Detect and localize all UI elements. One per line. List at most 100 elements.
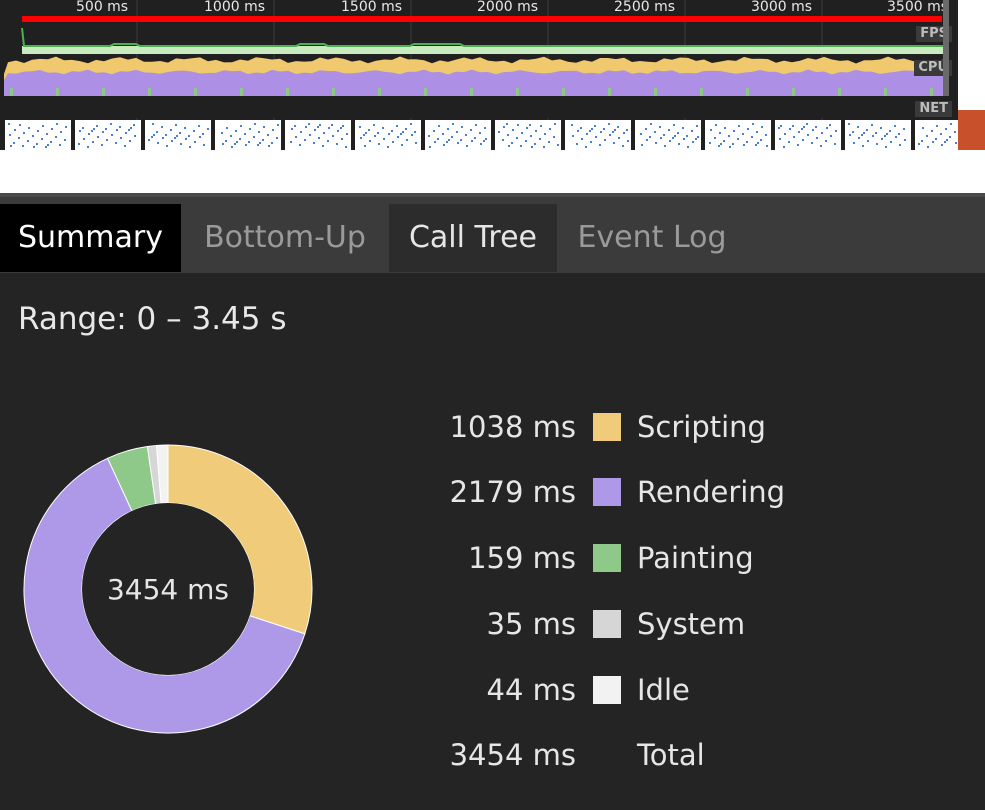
filmstrip-dot (442, 133, 444, 135)
filmstrip-dot (576, 143, 578, 145)
filmstrip-dot (378, 143, 380, 145)
filmstrip-dot (79, 130, 81, 132)
filmstrip-dot (640, 133, 642, 135)
filmstrip-dot (125, 132, 127, 134)
filmstrip-dot (202, 133, 204, 135)
ruler-label: 2000 ms (477, 0, 539, 15)
filmstrip-dot (733, 130, 735, 132)
cpu-painting-spike (746, 88, 749, 96)
selection-handle-right[interactable] (943, 0, 949, 96)
filmstrip-dot (346, 133, 348, 135)
filmstrip-dot (456, 131, 458, 133)
filmstrip-dot (581, 138, 583, 140)
filmstrip-dot (9, 134, 11, 136)
filmstrip-dot (608, 123, 610, 125)
filmstrip-dot (792, 125, 794, 127)
filmstrip-dot (783, 146, 785, 148)
filmstrip-dot (336, 143, 338, 145)
filmstrip-dot (503, 126, 505, 128)
ruler-label: 1500 ms (341, 0, 403, 15)
filmstrip-dot (304, 139, 306, 141)
filmstrip-dot (613, 142, 615, 144)
filmstrip-dot (402, 131, 404, 133)
filmstrip-dot (13, 142, 15, 144)
filmstrip-dot (193, 130, 195, 132)
filmstrip-dot (305, 126, 307, 128)
filmstrip-dot (340, 127, 342, 129)
filmstrip-dot (577, 130, 579, 132)
filmstrip-dot (904, 139, 906, 141)
filmstrip-dot (50, 141, 52, 143)
filmstrip-dot (645, 128, 647, 130)
filmstrip-dot (881, 138, 883, 140)
filmstrip-dot (51, 128, 53, 130)
overview-graph (0, 0, 958, 150)
filmstrip-dot (862, 145, 864, 147)
filmstrip-dot (236, 141, 238, 143)
filmstrip-dot (359, 126, 361, 128)
tab-event-log[interactable]: Event Log (557, 204, 747, 272)
filmstrip-dot (156, 131, 158, 133)
filmstrip-dot (272, 129, 274, 131)
filmstrip-dot (365, 132, 367, 134)
filmstrip-dot (807, 134, 809, 136)
filmstrip-dot (244, 133, 246, 135)
cpu-painting-spike (654, 88, 657, 96)
donut-total: 3454 ms (106, 573, 230, 606)
filmstrip-dot (921, 140, 923, 142)
filmstrip-dot (434, 141, 436, 143)
tab-summary[interactable]: Summary (0, 204, 181, 272)
legend-swatch (593, 544, 621, 572)
filmstrip-dot (884, 135, 886, 137)
filmstrip-dot (383, 138, 385, 140)
filmstrip-dot (128, 129, 130, 131)
filmstrip-dot (557, 144, 559, 146)
filmstrip-dot (437, 138, 439, 140)
filmstrip-dot (130, 127, 132, 129)
filmstrip-dot (876, 143, 878, 145)
filmstrip-dot (511, 142, 513, 144)
filmstrip-dot (517, 124, 519, 126)
filmstrip-dot (553, 136, 555, 138)
filmstrip-dot (784, 133, 786, 135)
filmstrip-dot (157, 142, 159, 144)
filmstrip-dot (129, 140, 131, 142)
filmstrip-dot (59, 144, 61, 146)
filmstrip-dot (479, 132, 481, 134)
legend-row-rendering: 2179 ms Rendering (400, 472, 900, 512)
filmstrip-dot (41, 138, 43, 140)
filmstrip-dot (364, 145, 366, 147)
filmstrip-dot (521, 132, 523, 134)
cpu-painting-spike (148, 88, 151, 96)
details-panel: Summary Bottom-Up Call Tree Event Log Ra… (0, 193, 985, 810)
filmstrip-dot (401, 144, 403, 146)
cpu-painting-spike (10, 88, 13, 96)
filmstrip-dot (954, 131, 956, 133)
filmstrip-dot (826, 127, 828, 129)
filmstrip-dot (591, 128, 593, 130)
cpu-painting-spike (516, 88, 519, 96)
filmstrip-frame (285, 120, 351, 150)
filmstrip-dot (93, 128, 95, 130)
filmstrip-dot (162, 137, 164, 139)
timeline-overview[interactable]: 500 ms 1000 ms 1500 ms 2000 ms 2500 ms 3… (0, 0, 958, 150)
tab-bottom-up[interactable]: Bottom-Up (181, 204, 389, 272)
ruler-label: 2500 ms (614, 0, 676, 15)
filmstrip-dot (105, 128, 107, 130)
tab-call-tree[interactable]: Call Tree (389, 204, 557, 272)
filmstrip-frame (565, 120, 631, 150)
filmstrip-dot (429, 146, 431, 148)
filmstrip-dot (857, 126, 859, 128)
filmstrip-dot (655, 142, 657, 144)
filmstrip-dot (788, 141, 790, 143)
filmstrip-dot (890, 141, 892, 143)
filmstrip-dot (512, 129, 514, 131)
filmstrip-dot (672, 137, 674, 139)
filmstrip-dot (531, 146, 533, 148)
filmstrip-dot (341, 138, 343, 140)
filmstrip-dot (609, 134, 611, 136)
filmstrip-dot (221, 132, 223, 134)
filmstrip-dot (949, 136, 951, 138)
filmstrip-dot (248, 141, 250, 143)
filmstrip-dot (391, 130, 393, 132)
